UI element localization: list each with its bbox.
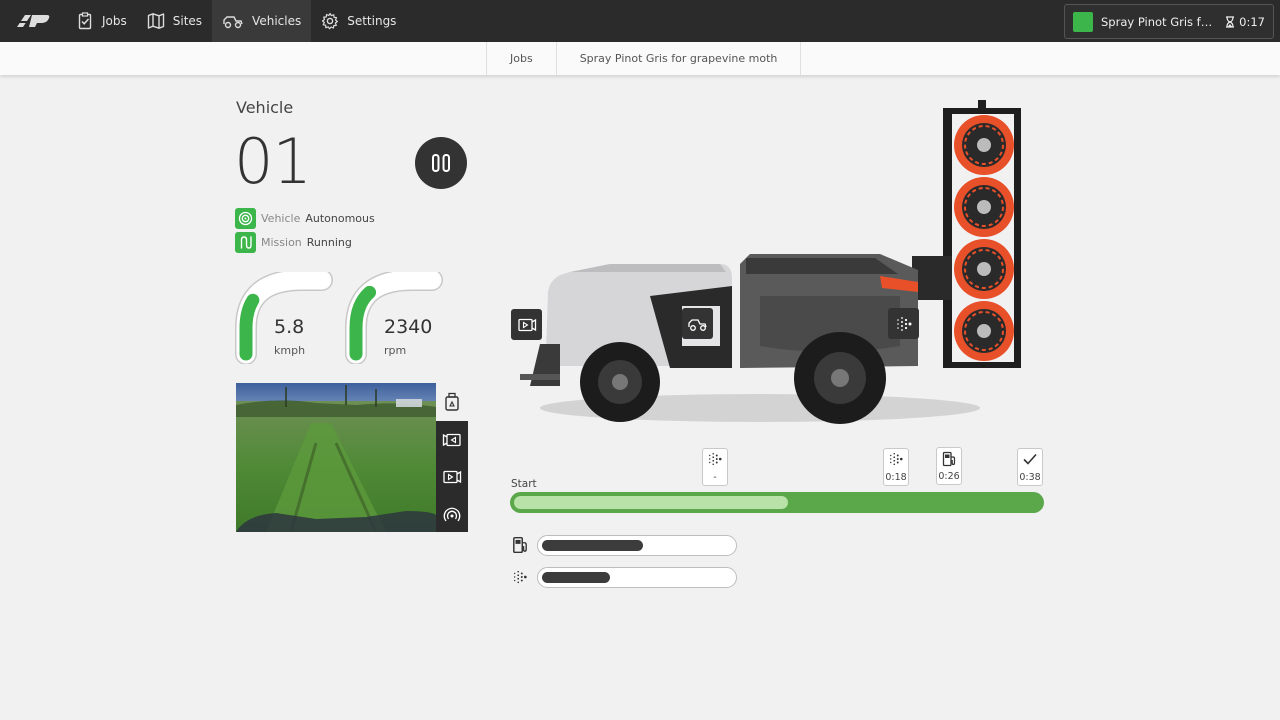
- spray-level-row: [512, 566, 737, 588]
- camera-front-button[interactable]: [436, 458, 468, 495]
- speed-value: 5.8: [274, 316, 305, 338]
- timeline-marker-refuel[interactable]: 0:26: [936, 447, 962, 485]
- vehicle-camera-button[interactable]: [511, 309, 542, 340]
- current-job-name: Spray Pinot Gris for grapevine moth: [1101, 14, 1217, 29]
- hourglass-icon: [1226, 15, 1235, 28]
- camera-sensor-button[interactable]: [436, 495, 468, 532]
- mission-status-label: Mission: [261, 235, 302, 249]
- job-timer-value: 0:17: [1239, 14, 1265, 29]
- job-progress-fill: [514, 496, 788, 509]
- fan-3: [954, 239, 1014, 299]
- spray-icon: [896, 316, 911, 331]
- pause-icon: [432, 154, 450, 172]
- fan-2: [954, 177, 1014, 237]
- nav-settings-label: Settings: [347, 14, 397, 28]
- spray-level-fill: [542, 571, 611, 583]
- camera-feed[interactable]: [236, 383, 436, 532]
- camera-rear-button[interactable]: [436, 421, 468, 458]
- vehicle-status-row: Vehicle Autonomous: [235, 207, 375, 229]
- fan-1: [954, 115, 1014, 175]
- rpm-gauge: 2340 rpm: [344, 269, 448, 365]
- vehicle-drive-button[interactable]: [682, 308, 713, 339]
- fuel-level-fill: [542, 539, 643, 551]
- timeline-marker-spray[interactable]: 0:18: [883, 448, 909, 486]
- timeline-marker-finish[interactable]: 0:38: [1017, 448, 1043, 486]
- top-nav-bar: Jobs Sites Vehicles Settings Spray Pinot…: [0, 0, 1280, 42]
- fuel-icon: [513, 536, 527, 554]
- spray-icon: [513, 570, 527, 584]
- rpm-unit: rpm: [384, 344, 407, 357]
- job-timer: 0:17: [1225, 15, 1265, 29]
- spray-icon: [890, 452, 903, 466]
- zp-logo[interactable]: [0, 0, 66, 42]
- spray-icon: [709, 452, 722, 466]
- map-icon: [147, 13, 164, 29]
- marker-label: 0:38: [1019, 472, 1041, 483]
- breadcrumb-jobs[interactable]: Jobs: [486, 42, 556, 75]
- target-icon: [235, 207, 256, 229]
- fan-4: [954, 301, 1014, 361]
- rpm-value: 2340: [384, 316, 433, 338]
- mission-status-row: Mission Running: [235, 231, 352, 253]
- marker-label: 0:18: [885, 472, 907, 483]
- fuel-level-bar: [537, 534, 737, 556]
- check-icon: [1023, 453, 1037, 465]
- marker-label: 0:26: [938, 471, 960, 482]
- job-progress-bar: [510, 492, 1044, 513]
- spray-level-bar: [537, 566, 737, 588]
- vehicle-status-label: Vehicle: [261, 211, 301, 225]
- current-job-pill[interactable]: Spray Pinot Gris for grapevine moth 0:17: [1064, 4, 1274, 39]
- signal-icon: [443, 507, 461, 521]
- vehicle-illustration: [500, 96, 1040, 436]
- sprayer-vehicle-image: [520, 100, 1021, 424]
- breadcrumb-bar: Jobs Spray Pinot Gris for grapevine moth: [0, 42, 1280, 75]
- gear-icon: [322, 12, 339, 30]
- camera-selector: [436, 421, 468, 532]
- fuel-icon: [942, 451, 956, 467]
- speed-gauge: 5.8 kmph: [234, 269, 338, 365]
- marker-label: -: [713, 472, 717, 483]
- camera-front-icon: [517, 318, 536, 331]
- nav-sites[interactable]: Sites: [137, 0, 212, 42]
- timeline-start-label: Start: [511, 478, 537, 490]
- camera-rear-icon: [442, 433, 461, 446]
- breadcrumb-job-name[interactable]: Spray Pinot Gris for grapevine moth: [555, 42, 802, 75]
- vehicle-status-value: Autonomous: [305, 211, 375, 225]
- vehicle-icon: [223, 16, 243, 29]
- nav-sites-label: Sites: [172, 14, 203, 28]
- zp-logo-icon: [17, 15, 50, 27]
- camera-front-icon: [443, 470, 462, 483]
- vehicle-heading: Vehicle: [236, 98, 294, 117]
- pause-button[interactable]: [415, 137, 467, 189]
- front-wheel: [580, 342, 660, 422]
- lock-icon: [445, 392, 459, 411]
- fuel-level-row: [512, 534, 737, 556]
- timeline-marker-spray-start[interactable]: -: [702, 448, 728, 486]
- nav-vehicles-label: Vehicles: [252, 14, 302, 28]
- speed-unit: kmph: [274, 344, 306, 357]
- job-status-square: [1073, 11, 1093, 32]
- vehicle-number: 01: [234, 125, 312, 198]
- nav-vehicles[interactable]: Vehicles: [212, 0, 312, 42]
- camera-feed-image: [236, 383, 436, 532]
- breadcrumb: Jobs Spray Pinot Gris for grapevine moth: [486, 42, 802, 75]
- route-icon: [235, 231, 256, 253]
- nav-jobs-label: Jobs: [102, 14, 127, 28]
- vehicle-icon: [687, 318, 707, 331]
- vehicle-spray-button[interactable]: [888, 308, 919, 339]
- clipboard-check-icon: [78, 12, 92, 30]
- mission-status-value: Running: [306, 235, 352, 249]
- camera-lock-button[interactable]: [440, 390, 464, 414]
- rear-wheel: [794, 332, 886, 424]
- nav-jobs[interactable]: Jobs: [66, 0, 137, 42]
- nav-settings[interactable]: Settings: [311, 0, 406, 42]
